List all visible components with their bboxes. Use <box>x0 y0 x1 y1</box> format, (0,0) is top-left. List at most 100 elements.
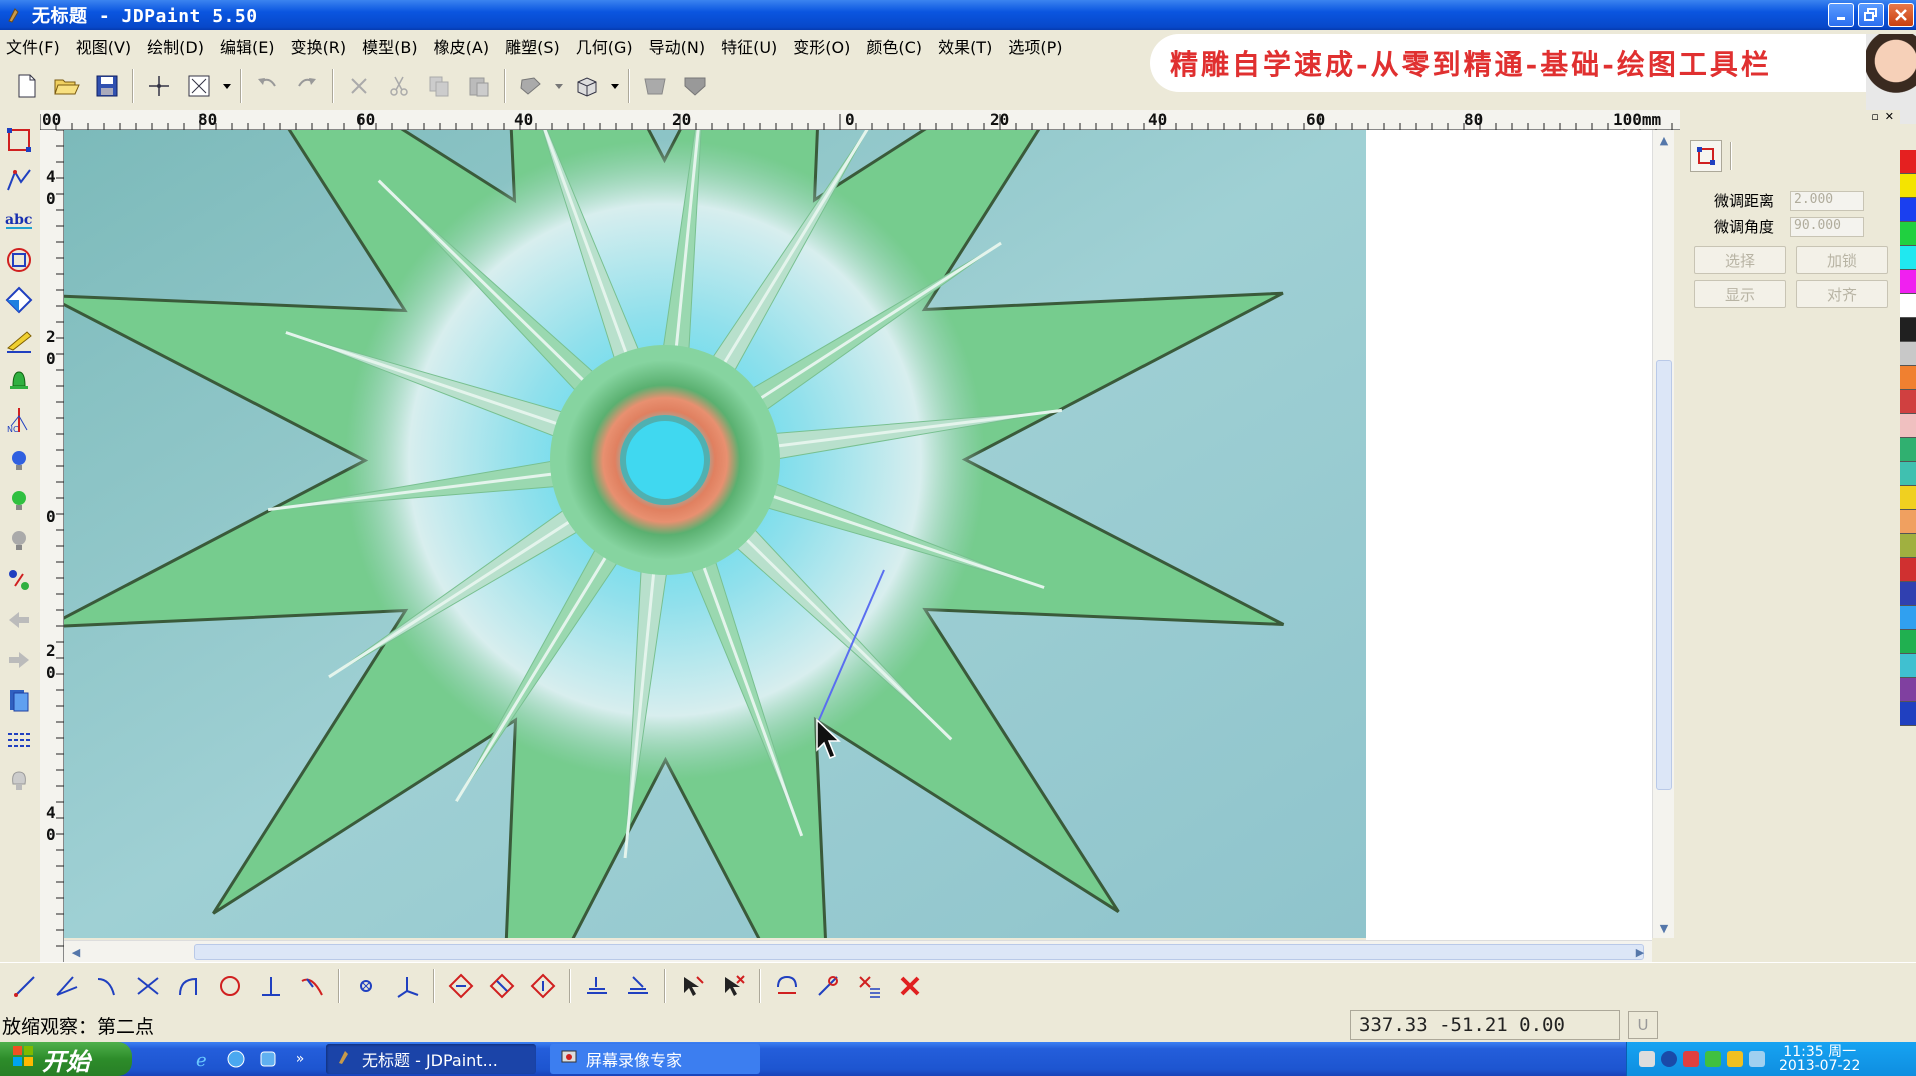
bulb-gray-icon[interactable] <box>2 520 36 560</box>
panel-restore-icon[interactable]: ▫ <box>1871 110 1878 124</box>
vertical-scrollbar[interactable]: ▲ ▼ <box>1652 130 1674 938</box>
scroll-left-icon[interactable]: ◀ <box>68 944 84 960</box>
view-cube-icon[interactable] <box>568 67 606 105</box>
pick-x-icon[interactable] <box>714 967 752 1005</box>
menu-model[interactable]: 模型(B) <box>356 34 427 58</box>
menu-file[interactable]: 文件(F) <box>0 34 70 58</box>
color-swatch[interactable] <box>1900 486 1916 510</box>
menu-sculpt[interactable]: 雕塑(S) <box>499 34 570 58</box>
tray-arrow-icon[interactable] <box>1661 1051 1677 1067</box>
ie-icon[interactable]: e <box>192 1047 216 1071</box>
start-button[interactable]: 开始 <box>0 1042 132 1076</box>
color-swatch[interactable] <box>1900 678 1916 702</box>
open-folder-icon[interactable] <box>48 67 86 105</box>
color-swatch[interactable] <box>1900 630 1916 654</box>
color-swatch[interactable] <box>1900 558 1916 582</box>
layer-icon[interactable] <box>512 67 550 105</box>
copy-icon[interactable] <box>420 67 458 105</box>
line-icon[interactable] <box>6 967 44 1005</box>
angle-line-icon[interactable] <box>47 967 85 1005</box>
color-swatch[interactable] <box>1900 198 1916 222</box>
cut-icon[interactable] <box>380 67 418 105</box>
lock-button[interactable]: 加锁 <box>1796 246 1888 274</box>
color-swatch[interactable] <box>1900 270 1916 294</box>
show-button[interactable]: 显示 <box>1694 280 1786 308</box>
menu-guide[interactable]: 导动(N) <box>643 34 715 58</box>
color-swatch[interactable] <box>1900 414 1916 438</box>
color-swatch[interactable] <box>1900 606 1916 630</box>
menu-view[interactable]: 视图(V) <box>70 34 141 58</box>
align-button[interactable]: 对齐 <box>1796 280 1888 308</box>
save-icon[interactable] <box>88 67 126 105</box>
restore-button[interactable] <box>1858 3 1884 27</box>
axis-icon[interactable] <box>388 967 426 1005</box>
color-swatch[interactable] <box>1900 702 1916 726</box>
select-button[interactable]: 选择 <box>1694 246 1786 274</box>
node-edit-icon[interactable] <box>2 120 36 160</box>
color-swatch[interactable] <box>1900 438 1916 462</box>
color-swatch[interactable] <box>1900 342 1916 366</box>
menu-deform[interactable]: 变形(O) <box>787 34 860 58</box>
text-abc-icon[interactable]: abc <box>2 200 36 240</box>
rotate-icon[interactable] <box>768 967 806 1005</box>
node-tab-icon[interactable] <box>1690 140 1722 172</box>
vertical-scroll-thumb[interactable] <box>1656 360 1672 790</box>
task-jdpaint[interactable]: 无标题 - JDPaint... <box>326 1044 536 1074</box>
security-icon[interactable] <box>1749 1051 1765 1067</box>
horizontal-scrollbar[interactable]: ◀ ▶ <box>64 940 1652 962</box>
arc-icon[interactable] <box>170 967 208 1005</box>
bulb-blue-icon[interactable] <box>2 440 36 480</box>
menu-color[interactable]: 颜色(C) <box>860 34 932 58</box>
diamond-b-icon[interactable] <box>483 967 521 1005</box>
dropdown-icon[interactable] <box>552 67 566 105</box>
diamond-a-icon[interactable] <box>442 967 480 1005</box>
color-swatch[interactable] <box>1900 174 1916 198</box>
color-swatch[interactable] <box>1900 654 1916 678</box>
dropdown-icon[interactable] <box>608 67 622 105</box>
clock[interactable]: 11:35 周一 2013-07-22 <box>1779 1045 1860 1073</box>
book-icon[interactable] <box>2 680 36 720</box>
color-swatch[interactable] <box>1900 222 1916 246</box>
minimize-button[interactable] <box>1828 3 1854 27</box>
delete-icon[interactable] <box>340 67 378 105</box>
ungroup-icon[interactable] <box>676 67 714 105</box>
color-swatch[interactable] <box>1900 534 1916 558</box>
color-swatch[interactable] <box>1900 318 1916 342</box>
menu-feature[interactable]: 特征(U) <box>715 34 787 58</box>
tray-app-icon[interactable] <box>1683 1051 1699 1067</box>
color-swatch[interactable] <box>1900 510 1916 534</box>
color-swatch[interactable] <box>1900 246 1916 270</box>
sculpt-brush-icon[interactable] <box>2 320 36 360</box>
close-red-icon[interactable] <box>891 967 929 1005</box>
app-icon[interactable] <box>4 4 26 26</box>
select-box-icon[interactable] <box>180 67 218 105</box>
undo-icon[interactable] <box>248 67 286 105</box>
tangent-icon[interactable] <box>88 967 126 1005</box>
fine-distance-input[interactable]: 2.000 <box>1790 190 1864 211</box>
transform-icon[interactable] <box>2 560 36 600</box>
stack-a-icon[interactable] <box>578 967 616 1005</box>
color-swatch[interactable] <box>1900 582 1916 606</box>
lamp-icon[interactable] <box>2 760 36 800</box>
panel-close-icon[interactable]: ✕ <box>1885 110 1894 124</box>
perpendicular-icon[interactable] <box>252 967 290 1005</box>
paste-icon[interactable] <box>460 67 498 105</box>
color-swatch[interactable] <box>1900 150 1916 174</box>
browser-icon[interactable] <box>224 1047 248 1071</box>
diamond-icon[interactable] <box>2 280 36 320</box>
menu-transform[interactable]: 变换(R) <box>285 34 357 58</box>
group-icon[interactable] <box>636 67 674 105</box>
array-icon[interactable] <box>850 967 888 1005</box>
mirror-icon[interactable] <box>809 967 847 1005</box>
menu-options[interactable]: 选项(P) <box>1002 34 1072 58</box>
keyboard-icon[interactable] <box>1639 1051 1655 1067</box>
vector-icon[interactable]: NC <box>2 400 36 440</box>
circle-icon[interactable] <box>211 967 249 1005</box>
new-file-icon[interactable] <box>8 67 46 105</box>
color-swatch[interactable] <box>1900 390 1916 414</box>
task-recorder[interactable]: 屏幕录像专家 <box>550 1044 760 1074</box>
color-swatch[interactable] <box>1900 294 1916 318</box>
curve-icon[interactable] <box>293 967 331 1005</box>
horizontal-scroll-thumb[interactable] <box>194 944 1644 960</box>
drawing-canvas[interactable] <box>64 130 1366 938</box>
